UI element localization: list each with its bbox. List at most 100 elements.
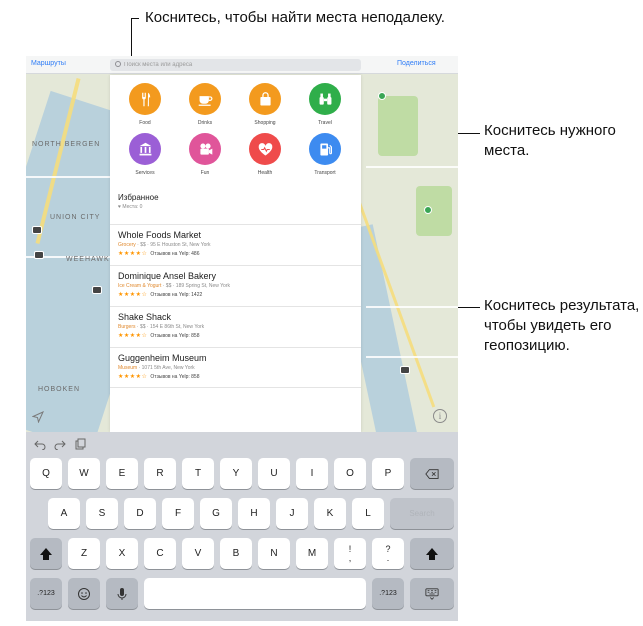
key-z[interactable]: Z: [68, 538, 100, 569]
result-reviews: Отзывов на Yelp: 858: [150, 374, 200, 380]
rating-stars: ★★★★☆: [118, 251, 148, 257]
result-category: Ice Cream & Yogurt: [118, 283, 162, 289]
category-food-circle: [129, 83, 161, 115]
redo-icon[interactable]: [54, 438, 66, 450]
fork-knife-icon: [141, 92, 150, 106]
search-suggestions-panel: Food Drinks Shopping Travel Services Fun…: [110, 75, 361, 432]
glyph-bottom: ,: [348, 552, 352, 563]
key-f[interactable]: F: [162, 498, 194, 529]
shopping-bag-icon: [259, 91, 271, 105]
location-arrow-icon[interactable]: [32, 411, 44, 423]
backspace-icon: [425, 468, 439, 479]
dictation-key[interactable]: [106, 578, 138, 609]
category-drinks[interactable]: Drinks: [180, 83, 230, 126]
category-label: Food: [139, 120, 151, 126]
key-x[interactable]: X: [106, 538, 138, 569]
search-field[interactable]: [110, 59, 361, 71]
info-icon[interactable]: i: [433, 409, 447, 423]
category-services[interactable]: Services: [120, 133, 170, 176]
dual-glyph: !,: [348, 544, 352, 563]
result-row[interactable]: Whole Foods Market Grocery · $$ · 95 E H…: [110, 224, 361, 265]
category-travel[interactable]: Travel: [300, 83, 350, 126]
key-g[interactable]: G: [200, 498, 232, 529]
result-rating: ★★★★☆ Отзывов на Yelp: 858: [118, 332, 353, 339]
category-health[interactable]: Health: [240, 133, 290, 176]
undo-icon[interactable]: [34, 438, 46, 450]
share-button[interactable]: Поделиться: [397, 60, 436, 67]
key-l[interactable]: L: [352, 498, 384, 529]
key-e[interactable]: E: [106, 458, 138, 489]
park-area: [378, 96, 418, 156]
map-label-union-city: UNION CITY: [50, 214, 101, 221]
key-t[interactable]: T: [182, 458, 214, 489]
category-transport-circle: [309, 133, 341, 165]
key-d[interactable]: D: [124, 498, 156, 529]
poi-pin-icon[interactable]: [424, 206, 432, 214]
search-input[interactable]: [124, 59, 354, 71]
result-category: Burgers: [118, 324, 136, 330]
directions-button[interactable]: Маршруты: [31, 60, 66, 67]
key-k[interactable]: K: [314, 498, 346, 529]
park-area: [416, 186, 452, 236]
shift-key-left[interactable]: [30, 538, 62, 569]
key-a[interactable]: A: [48, 498, 80, 529]
category-food[interactable]: Food: [120, 83, 170, 126]
numbers-key-right[interactable]: .?123: [372, 578, 404, 609]
result-details: · 1071 5th Ave, New York: [137, 365, 195, 371]
key-w[interactable]: W: [68, 458, 100, 489]
backspace-key[interactable]: [410, 458, 454, 489]
favorites-row[interactable]: Избранное ♥ Места: 0: [118, 193, 353, 210]
callout-search-hint: Коснитесь, чтобы найти места неподалеку.: [145, 9, 445, 26]
onscreen-keyboard: Q W E R T Y U I O P A S D F G H J K L Se…: [26, 432, 458, 621]
road: [26, 176, 110, 178]
category-label: Health: [257, 170, 273, 176]
key-b[interactable]: B: [220, 538, 252, 569]
key-n[interactable]: N: [258, 538, 290, 569]
key-y[interactable]: Y: [220, 458, 252, 489]
cup-icon: [198, 95, 212, 106]
paste-icon[interactable]: [74, 438, 86, 450]
key-exclaim-comma[interactable]: !,: [334, 538, 366, 569]
result-details: · $$ · 154 E 86th St, New York: [135, 324, 205, 330]
poi-pin-icon[interactable]: [378, 92, 386, 100]
result-name: Whole Foods Market: [118, 230, 202, 240]
search-key[interactable]: Search: [390, 498, 454, 529]
rating-stars: ★★★★☆: [118, 292, 148, 298]
keyboard-dismiss-icon: [425, 587, 439, 600]
key-i[interactable]: I: [296, 458, 328, 489]
rating-stars: ★★★★☆: [118, 374, 148, 380]
hide-keyboard-key[interactable]: [410, 578, 454, 609]
emoji-key[interactable]: [68, 578, 100, 609]
key-c[interactable]: C: [144, 538, 176, 569]
key-question-period[interactable]: ?.: [372, 538, 404, 569]
category-shopping-circle: [249, 83, 281, 115]
maps-top-bar: Маршруты Поделиться: [26, 56, 458, 74]
key-o[interactable]: O: [334, 458, 366, 489]
category-shopping[interactable]: Shopping: [240, 83, 290, 126]
key-u[interactable]: U: [258, 458, 290, 489]
shift-key-right[interactable]: [410, 538, 454, 569]
result-details: · $$ · 95 E Houston St, New York: [135, 242, 211, 248]
key-m[interactable]: M: [296, 538, 328, 569]
dual-glyph: ?.: [385, 544, 390, 563]
result-subtitle: Grocery · $$ · 95 E Houston St, New York: [118, 242, 353, 248]
result-row[interactable]: Shake Shack Burgers · $$ · 154 E 86th St…: [110, 306, 361, 347]
numbers-key-label: .?123: [37, 590, 55, 597]
space-bar[interactable]: [144, 578, 366, 609]
callout-result-hint: Коснитесь результата, чтобы увидеть его …: [484, 297, 640, 354]
nearby-results-list: Whole Foods Market Grocery · $$ · 95 E H…: [110, 224, 361, 388]
search-icon: [115, 61, 121, 67]
numbers-key-left[interactable]: .?123: [30, 578, 62, 609]
category-fun[interactable]: Fun: [180, 133, 230, 176]
key-j[interactable]: J: [276, 498, 308, 529]
key-v[interactable]: V: [182, 538, 214, 569]
key-q[interactable]: Q: [30, 458, 62, 489]
key-h[interactable]: H: [238, 498, 270, 529]
binoculars-icon: [319, 93, 331, 105]
category-transport[interactable]: Transport: [300, 133, 350, 176]
result-row[interactable]: Dominique Ansel Bakery Ice Cream & Yogur…: [110, 265, 361, 306]
key-s[interactable]: S: [86, 498, 118, 529]
result-row[interactable]: Guggenheim Museum Museum · 1071 5th Ave,…: [110, 347, 361, 388]
key-p[interactable]: P: [372, 458, 404, 489]
key-r[interactable]: R: [144, 458, 176, 489]
